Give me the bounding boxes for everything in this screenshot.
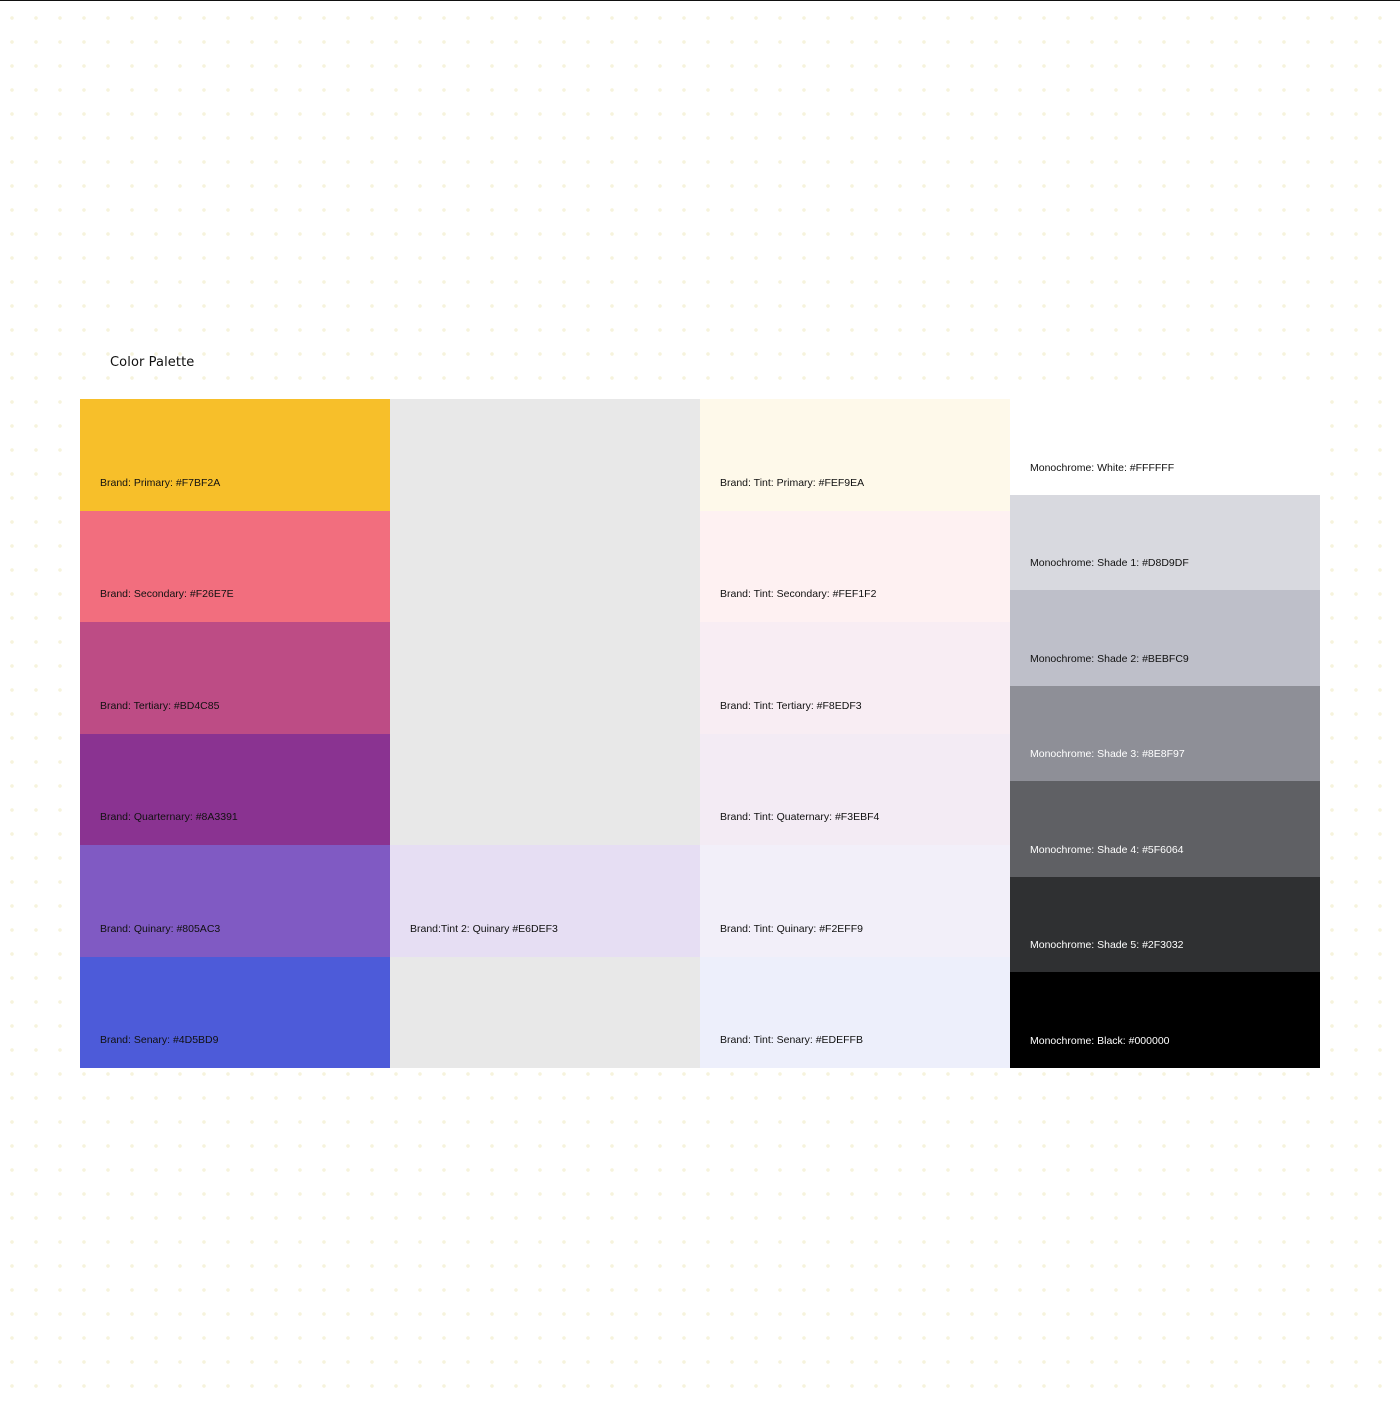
swatch-brand-primary: Brand: Primary: #F7BF2A	[80, 399, 390, 511]
tint2-column: Brand:Tint 2: Quinary #E6DEF3	[390, 399, 700, 1068]
swatch-label: Brand: Senary: #4D5BD9	[100, 1034, 219, 1046]
brand-column: Brand: Primary: #F7BF2A Brand: Secondary…	[80, 399, 390, 1068]
swatch-brand-quinary: Brand: Quinary: #805AC3	[80, 845, 390, 957]
swatch-label: Brand: Tint: Secondary: #FEF1F2	[720, 588, 877, 600]
swatch-label: Monochrome: Black: #000000	[1030, 1035, 1170, 1048]
swatch-label: Brand:Tint 2: Quinary #E6DEF3	[410, 922, 558, 935]
swatch-label: Brand: Tint: Quaternary: #F3EBF4	[720, 811, 880, 823]
top-border	[0, 0, 1400, 1]
swatch-brand-secondary: Brand: Secondary: #F26E7E	[80, 510, 390, 622]
swatch-brand-senary: Brand: Senary: #4D5BD9	[80, 956, 390, 1068]
swatch-mono-black: Monochrome: Black: #000000	[1010, 972, 1320, 1069]
swatch-mono-shade-2: Monochrome: Shade 2: #BEBFC9	[1010, 590, 1320, 686]
swatch-tint-tertiary: Brand: Tint: Tertiary: #F8EDF3	[700, 622, 1010, 734]
swatch-tint2-quinary: Brand:Tint 2: Quinary #E6DEF3	[390, 845, 700, 957]
tint2-filler-bottom	[390, 956, 700, 1068]
page-title: Color Palette	[110, 355, 195, 370]
swatch-label: Brand: Tint: Primary: #FEF9EA	[720, 476, 865, 489]
swatch-mono-shade-5: Monochrome: Shade 5: #2F3032	[1010, 876, 1320, 973]
swatch-label: Monochrome: Shade 4: #5F6064	[1030, 843, 1184, 856]
swatch-brand-tertiary: Brand: Tertiary: #BD4C85	[80, 622, 390, 734]
monochrome-column: Monochrome: White: #FFFFFF Monochrome: S…	[1010, 399, 1320, 1069]
swatch-mono-shade-4: Monochrome: Shade 4: #5F6064	[1010, 781, 1320, 877]
swatch-label: Monochrome: Shade 5: #2F3032	[1030, 939, 1184, 952]
swatch-label: Brand: Tint: Quinary: #F2EFF9	[720, 922, 863, 935]
swatch-tint-secondary: Brand: Tint: Secondary: #FEF1F2	[700, 510, 1010, 622]
tint2-filler-top	[390, 399, 700, 845]
color-palette-grid: Brand: Primary: #F7BF2A Brand: Secondary…	[80, 399, 1320, 1069]
swatch-label: Brand: Tint: Tertiary: #F8EDF3	[720, 699, 862, 712]
swatch-label: Brand: Primary: #F7BF2A	[100, 476, 221, 489]
swatch-label: Monochrome: White: #FFFFFF	[1030, 461, 1175, 474]
swatch-tint-senary: Brand: Tint: Senary: #EDEFFB	[700, 956, 1010, 1068]
swatch-label: Brand: Tertiary: #BD4C85	[100, 699, 220, 712]
swatch-label: Monochrome: Shade 1: #D8D9DF	[1030, 557, 1189, 570]
swatch-label: Monochrome: Shade 2: #BEBFC9	[1030, 652, 1189, 665]
swatch-tint-quinary: Brand: Tint: Quinary: #F2EFF9	[700, 845, 1010, 957]
swatch-tint-primary: Brand: Tint: Primary: #FEF9EA	[700, 399, 1010, 511]
swatch-mono-white: Monochrome: White: #FFFFFF	[1010, 399, 1320, 495]
swatch-brand-quarternary: Brand: Quarternary: #8A3391	[80, 733, 390, 845]
swatch-label: Brand: Tint: Senary: #EDEFFB	[720, 1034, 863, 1046]
swatch-label: Brand: Quarternary: #8A3391	[100, 811, 238, 823]
swatch-mono-shade-1: Monochrome: Shade 1: #D8D9DF	[1010, 494, 1320, 591]
swatch-mono-shade-3: Monochrome: Shade 3: #8E8F97	[1010, 685, 1320, 782]
swatch-label: Monochrome: Shade 3: #8E8F97	[1030, 748, 1185, 761]
swatch-label: Brand: Secondary: #F26E7E	[100, 588, 234, 600]
tint-column: Brand: Tint: Primary: #FEF9EA Brand: Tin…	[700, 399, 1010, 1068]
swatch-tint-quaternary: Brand: Tint: Quaternary: #F3EBF4	[700, 733, 1010, 845]
swatch-label: Brand: Quinary: #805AC3	[100, 922, 221, 935]
